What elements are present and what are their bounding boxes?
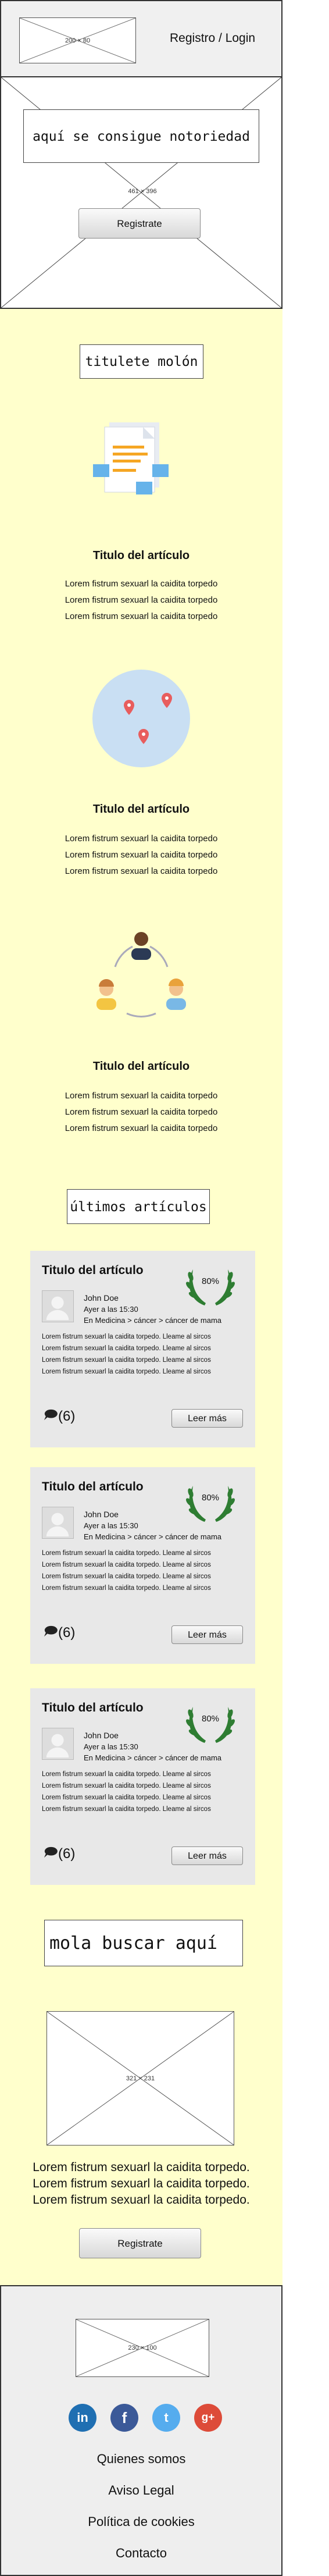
score-laurel-icon: 80% (183, 1475, 238, 1525)
map-pins-icon (92, 669, 191, 768)
read-more-button[interactable]: Leer más (171, 1409, 243, 1428)
excerpt-line: Lorem fistrum sexuarl la caidita torpedo… (42, 1368, 211, 1375)
article-card-title[interactable]: Titulo del artículo (42, 1480, 144, 1494)
facebook-icon[interactable]: f (110, 2404, 138, 2432)
comments-count-value: (6) (58, 1408, 76, 1424)
footer-link-cookies[interactable]: Política de cookies (1, 2514, 281, 2529)
feature-1-text: Lorem fistrum sexuarl la caidita torpedo… (0, 576, 282, 625)
feature-2-line: Lorem fistrum sexuarl la caidita torpedo (65, 834, 218, 844)
comments-count[interactable]: (6) (42, 1845, 75, 1863)
article-category[interactable]: En Medicina > cáncer > cáncer de mama (84, 1531, 221, 1542)
register-button[interactable]: Registrate (78, 208, 201, 239)
register-button-bottom[interactable]: Registrate (79, 2228, 201, 2258)
score-value: 80% (201, 1714, 220, 1724)
search-placeholder-size: 321 × 231 (126, 2075, 155, 2082)
search-text-line: Lorem fistrum sexuarl la caidita torpedo… (33, 2177, 250, 2190)
logo-placeholder-size: 200 × 80 (65, 37, 91, 44)
excerpt-line: Lorem fistrum sexuarl la caidita torpedo… (42, 1357, 211, 1364)
search-text-line: Lorem fistrum sexuarl la caidita torpedo… (33, 2161, 250, 2174)
google-plus-icon[interactable]: g+ (194, 2404, 222, 2432)
header: 200 × 80 Registro / Login (0, 0, 282, 77)
score-laurel-icon: 80% (183, 1696, 238, 1746)
hero: 461 × 396 aquí se consigue notoriedad Re… (0, 76, 282, 309)
comment-bubble-icon (42, 1846, 58, 1863)
score-value: 80% (201, 1276, 220, 1286)
excerpt-line: Lorem fistrum sexuarl la caidita torpedo… (42, 1333, 211, 1340)
footer-link-aviso-legal[interactable]: Aviso Legal (1, 2483, 281, 2498)
footer-link-quienes-somos[interactable]: Quienes somos (1, 2452, 281, 2467)
excerpt-line: Lorem fistrum sexuarl la caidita torpedo… (42, 1782, 211, 1789)
read-more-button[interactable]: Leer más (171, 1846, 243, 1865)
article-card[interactable]: Titulo del artículo John Doe Ayer a las … (30, 1467, 255, 1664)
footer-logo-placeholder[interactable]: 230 × 100 (76, 2319, 209, 2377)
comments-count-value: (6) (58, 1846, 76, 1862)
excerpt-line: Lorem fistrum sexuarl la caidita torpedo… (42, 1573, 211, 1580)
comment-bubble-icon (42, 1625, 58, 1642)
login-link[interactable]: Registro / Login (170, 31, 277, 45)
feature-2-text: Lorem fistrum sexuarl la caidita torpedo… (0, 831, 282, 880)
google-plus-glyph: g+ (201, 2411, 215, 2424)
feature-3-line: Lorem fistrum sexuarl la caidita torpedo (65, 1107, 218, 1117)
linkedin-icon[interactable]: in (69, 2404, 96, 2432)
twitter-icon[interactable]: t (152, 2404, 180, 2432)
hero-headline: aquí se consigue notoriedad (23, 109, 259, 163)
linkedin-glyph: in (77, 2410, 88, 2425)
comment-bubble-icon (42, 1408, 58, 1426)
article-category[interactable]: En Medicina > cáncer > cáncer de mama (84, 1752, 221, 1763)
facebook-glyph: f (121, 2409, 127, 2426)
feature-2-line: Lorem fistrum sexuarl la caidita torpedo (65, 850, 218, 860)
article-card-title[interactable]: Titulo del artículo (42, 1264, 144, 1278)
hero-placeholder-size: 461 × 396 (128, 188, 157, 195)
search-section-text: Lorem fistrum sexuarl la caidita torpedo… (0, 2159, 282, 2208)
feature-1-line: Lorem fistrum sexuarl la caidita torpedo (65, 611, 218, 621)
avatar (42, 1728, 74, 1760)
excerpt-line: Lorem fistrum sexuarl la caidita torpedo… (42, 1806, 211, 1813)
feature-1-line: Lorem fistrum sexuarl la caidita torpedo (65, 595, 218, 605)
feature-2-title: Titulo del artículo (92, 803, 190, 816)
comments-count[interactable]: (6) (42, 1624, 75, 1642)
feature-3-text: Lorem fistrum sexuarl la caidita torpedo… (0, 1088, 282, 1137)
twitter-glyph: t (164, 2410, 169, 2425)
people-cycle-icon (86, 926, 196, 1028)
article-excerpt: Lorem fistrum sexuarl la caidita torpedo… (42, 1547, 211, 1594)
feature-3-title: Titulo del artículo (92, 1060, 190, 1073)
read-more-button[interactable]: Leer más (171, 1625, 243, 1644)
latest-section-title: últimos artículos (67, 1189, 210, 1224)
score-laurel-icon: 80% (183, 1259, 238, 1309)
search-image-placeholder: 321 × 231 (47, 2011, 234, 2146)
excerpt-line: Lorem fistrum sexuarl la caidita torpedo… (42, 1550, 211, 1557)
article-card[interactable]: Titulo del artículo John Doe Ayer a las … (30, 1251, 255, 1447)
logo-placeholder[interactable]: 200 × 80 (19, 17, 136, 63)
footer-logo-size: 230 × 100 (128, 2344, 157, 2351)
feature-1-title: Titulo del artículo (92, 549, 190, 562)
comments-count[interactable]: (6) (42, 1408, 75, 1425)
article-excerpt: Lorem fistrum sexuarl la caidita torpedo… (42, 1769, 211, 1815)
excerpt-line: Lorem fistrum sexuarl la caidita torpedo… (42, 1794, 211, 1801)
article-card-title[interactable]: Titulo del artículo (42, 1701, 144, 1715)
document-icon (87, 417, 192, 510)
footer-link-contacto[interactable]: Contacto (1, 2546, 281, 2561)
feature-3-line: Lorem fistrum sexuarl la caidita torpedo (65, 1123, 218, 1133)
article-category[interactable]: En Medicina > cáncer > cáncer de mama (84, 1315, 221, 1326)
article-card[interactable]: Titulo del artículo John Doe Ayer a las … (30, 1688, 255, 1885)
excerpt-line: Lorem fistrum sexuarl la caidita torpedo… (42, 1771, 211, 1778)
avatar (42, 1290, 74, 1322)
article-excerpt: Lorem fistrum sexuarl la caidita torpedo… (42, 1331, 211, 1378)
comments-count-value: (6) (58, 1625, 76, 1641)
feature-3-line: Lorem fistrum sexuarl la caidita torpedo (65, 1091, 218, 1101)
features-section-title: titulete molón (80, 344, 203, 379)
feature-2-line: Lorem fistrum sexuarl la caidita torpedo (65, 866, 218, 876)
excerpt-line: Lorem fistrum sexuarl la caidita torpedo… (42, 1585, 211, 1592)
search-section-title: mola buscar aquí (44, 1920, 243, 1966)
avatar (42, 1507, 74, 1539)
footer: 230 × 100 in f t g+ Quienes somos Aviso … (0, 2285, 282, 2576)
feature-1-line: Lorem fistrum sexuarl la caidita torpedo (65, 579, 218, 589)
score-value: 80% (201, 1493, 220, 1503)
excerpt-line: Lorem fistrum sexuarl la caidita torpedo… (42, 1345, 211, 1352)
search-text-line: Lorem fistrum sexuarl la caidita torpedo… (33, 2193, 250, 2207)
excerpt-line: Lorem fistrum sexuarl la caidita torpedo… (42, 1561, 211, 1568)
